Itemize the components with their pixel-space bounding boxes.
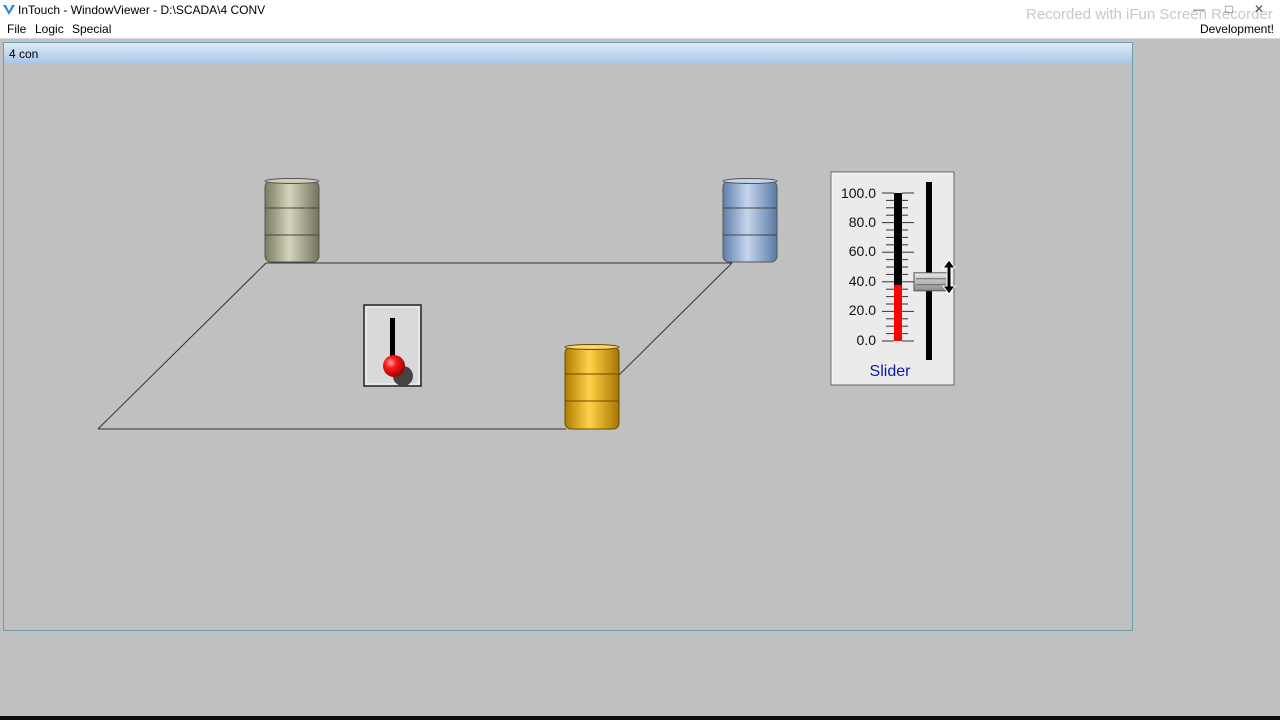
slider-track[interactable]	[926, 182, 932, 360]
scale-label-20: 20.0	[849, 302, 876, 318]
gold-tank[interactable]	[564, 344, 620, 430]
scale-label-0: 0.0	[857, 332, 877, 348]
scale-label-60: 60.0	[849, 243, 876, 259]
scale-label-40: 40.0	[849, 273, 876, 289]
slider-panel: 100.0 80.0 60.0 40.0 20.0 0.0 Slider	[830, 171, 956, 386]
scale-label-100: 100.0	[841, 185, 876, 201]
slider-bar-fill	[894, 284, 902, 341]
taskbar-edge	[0, 716, 1280, 720]
slider-label: Slider	[870, 363, 912, 380]
scale-label-80: 80.0	[849, 214, 876, 230]
toggle-switch[interactable]	[363, 304, 422, 387]
slider-thumb[interactable]	[913, 272, 949, 292]
blue-tank[interactable]	[722, 178, 778, 263]
switch-knob-icon	[383, 355, 405, 377]
olive-tank[interactable]	[264, 178, 320, 263]
scada-graphics: 100.0 80.0 60.0 40.0 20.0 0.0 Slider	[97, 171, 956, 430]
